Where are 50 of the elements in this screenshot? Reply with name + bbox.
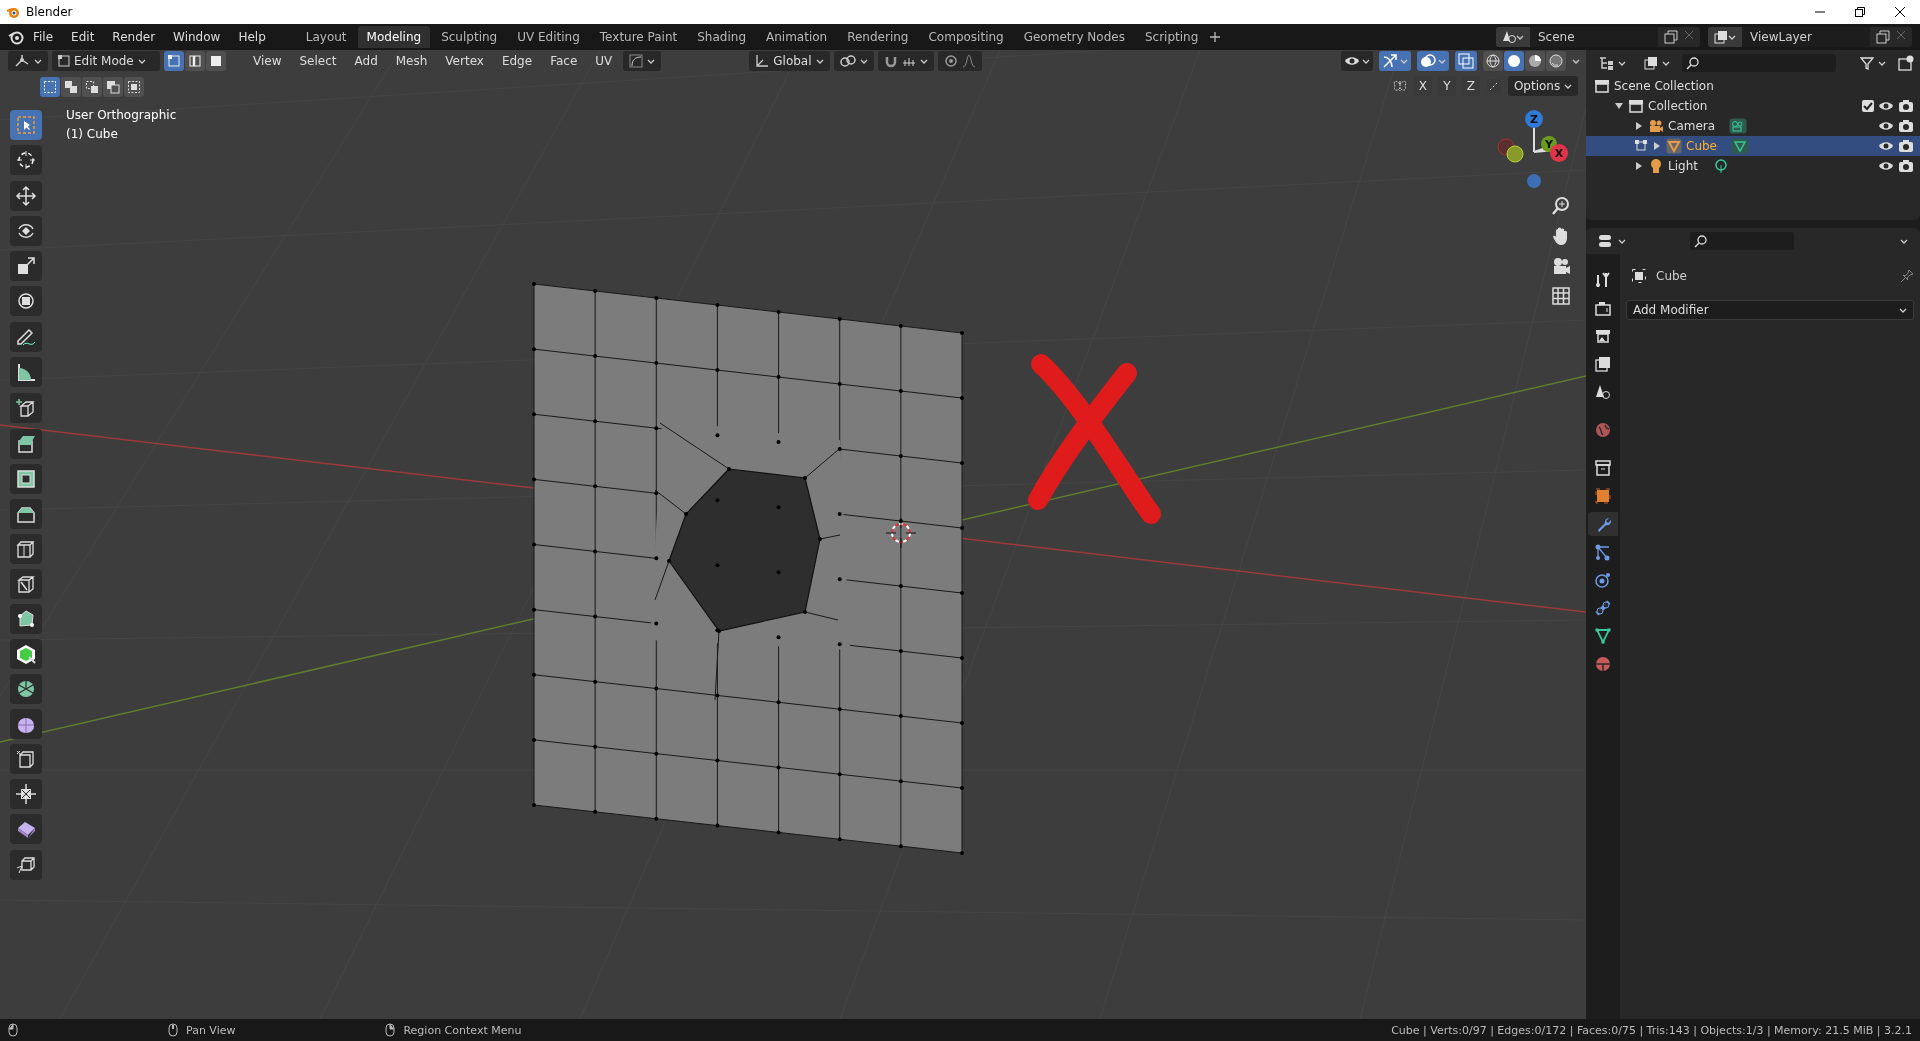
workspace-tab[interactable]: Layout [296, 26, 356, 48]
menu-item[interactable]: UV [588, 52, 620, 70]
view-name-label: User Orthographic [66, 107, 177, 124]
menu-item[interactable]: File [24, 27, 63, 47]
scene-statistics: Cube | Verts:0/97 | Edges:0/172 | Faces:0/75 | Tris:143 | Objects:1/3 | Memory: 21.5 MiB | 3.2.1 [1391, 1023, 1912, 1037]
view-layer-name-field[interactable]: ViewLayer [1742, 27, 1870, 47]
status-hint: Pan View [186, 1023, 236, 1037]
outliner-row[interactable]: Cube [1586, 136, 1920, 156]
object-name-label: Cube [1656, 269, 1687, 283]
outliner-row[interactable]: Light [1586, 156, 1920, 176]
workspace-tab[interactable]: Geometry Nodes [1014, 26, 1134, 48]
scene-name-field[interactable]: Scene [1530, 27, 1658, 47]
workspace-tab[interactable]: Modeling [357, 26, 431, 48]
add-modifier-dropdown[interactable]: Add Modifier [1626, 300, 1914, 320]
menu-item[interactable]: Select [292, 52, 344, 70]
workspace-tab[interactable]: Scripting [1135, 26, 1208, 48]
menu-item[interactable]: Edit [62, 27, 104, 47]
mode-dropdown[interactable]: Edit Mode [52, 51, 160, 71]
object-name-label: (1) Cube [66, 126, 119, 143]
status-hint: Region Context Menu [403, 1023, 522, 1037]
menu-item[interactable]: Render [103, 27, 165, 47]
workspace-tab[interactable]: Animation [757, 26, 837, 48]
menu-item[interactable]: Mesh [388, 52, 435, 70]
options-dropdown[interactable]: Options [1507, 76, 1578, 96]
outliner-label: Camera [1668, 119, 1716, 133]
window-title: Blender [26, 5, 74, 19]
outliner-label: Scene Collection [1614, 79, 1714, 93]
workspace-tab[interactable]: Texture Paint [590, 26, 687, 48]
axis-label: Z [1530, 113, 1538, 126]
menu-item[interactable]: Vertex [438, 52, 491, 70]
workspace-tab[interactable]: Shading [688, 26, 755, 48]
outliner-label: Collection [1648, 99, 1708, 113]
axis-label: X [1554, 147, 1564, 160]
workspace-tab[interactable]: Rendering [838, 26, 918, 48]
menu-item[interactable]: Help [229, 27, 275, 47]
menu-item[interactable]: Edge [494, 52, 540, 70]
workspace-tab[interactable]: Compositing [919, 26, 1013, 48]
outliner-row[interactable]: Collection [1586, 96, 1920, 116]
outliner-label: Cube [1686, 139, 1717, 153]
menu-item[interactable]: View [246, 52, 289, 70]
outliner-row[interactable]: Scene Collection [1586, 76, 1920, 96]
orientation-dropdown[interactable]: Global [749, 51, 830, 71]
workspace-tab[interactable]: Sculpting [432, 26, 507, 48]
workspace-tab[interactable]: UV Editing [508, 26, 589, 48]
menu-item[interactable]: Face [543, 52, 585, 70]
outliner-row[interactable]: Camera [1586, 116, 1920, 136]
menu-item[interactable]: Add [347, 52, 385, 70]
menu-item[interactable]: Window [164, 27, 230, 47]
axis-label: Y [1545, 138, 1553, 151]
outliner-label: Light [1668, 159, 1698, 173]
